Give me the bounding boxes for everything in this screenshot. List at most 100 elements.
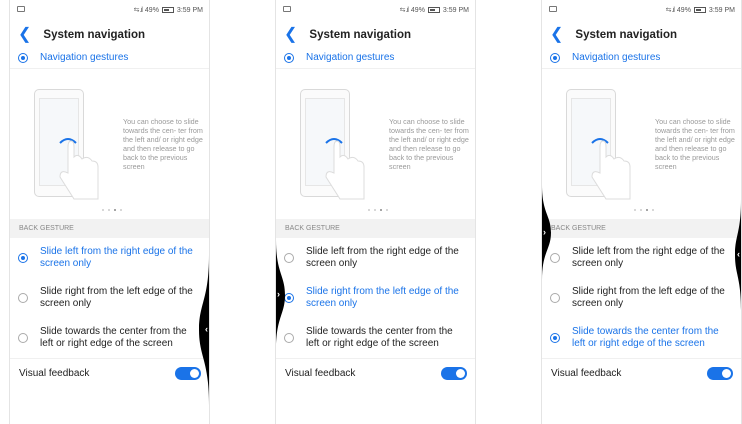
radio-icon[interactable] [550, 293, 560, 303]
back-gesture-option-2[interactable]: Slide towards the center from the left o… [10, 318, 209, 358]
page-indicator [368, 209, 388, 211]
page-indicator [634, 209, 654, 211]
back-gesture-option-label: Slide towards the center from the left o… [40, 326, 187, 349]
radio-icon[interactable] [550, 253, 560, 263]
gesture-illustration: You can choose to slide towards the cen-… [276, 68, 475, 219]
page-dot [386, 209, 388, 211]
visual-feedback-row[interactable]: Visual feedback [276, 358, 475, 387]
page-indicator [102, 209, 122, 211]
page-title: System navigation [575, 29, 678, 41]
radio-icon[interactable] [284, 333, 294, 343]
gesture-illustration: You can choose to slide towards the cen-… [10, 68, 209, 219]
page-dot-active [646, 209, 648, 211]
back-gesture-option-2[interactable]: Slide towards the center from the left o… [276, 318, 475, 358]
radio-icon[interactable] [284, 253, 294, 263]
phone-screen-2: ⇆ .ıl 49% 3:59 PM ❮ System navigation Na… [275, 0, 476, 424]
gesture-description: You can choose to slide towards the cen-… [655, 117, 735, 171]
clock: 3:59 PM [708, 6, 735, 14]
image-icon [549, 6, 557, 12]
gesture-description: You can choose to slide towards the cen-… [389, 117, 469, 171]
battery-percent: 49% [676, 6, 691, 14]
visual-feedback-label: Visual feedback [551, 367, 622, 379]
back-arrow-icon[interactable]: ❮ [284, 27, 297, 43]
page-dot [102, 209, 104, 211]
back-gesture-option-label: Slide left from the right edge of the sc… [306, 246, 459, 269]
back-gesture-option-label: Slide left from the right edge of the sc… [40, 246, 193, 269]
chevron-right-icon: › [543, 226, 546, 237]
navigation-gestures-label: Navigation gestures [40, 52, 129, 63]
visual-feedback-toggle[interactable] [175, 366, 201, 380]
back-gesture-option-label: Slide left from the right edge of the sc… [572, 246, 725, 269]
back-gesture-option-label: Slide right from the left edge of the sc… [40, 286, 193, 309]
status-bar: ⇆ .ıl 49% 3:59 PM [10, 0, 209, 22]
signal-icon: ⇆ .ıl [399, 7, 409, 14]
visual-feedback-row[interactable]: Visual feedback [10, 358, 209, 387]
chevron-left-icon: ‹ [737, 249, 740, 259]
radio-icon[interactable] [18, 333, 28, 343]
back-arrow-icon[interactable]: ❮ [550, 27, 563, 43]
page-dot-active [114, 209, 116, 211]
navigation-gestures-option[interactable]: Navigation gestures [276, 48, 475, 68]
title-bar: ❮ System navigation [10, 22, 209, 48]
navigation-gestures-label: Navigation gestures [572, 52, 661, 63]
page-dot [652, 209, 654, 211]
radio-icon[interactable] [18, 293, 28, 303]
battery-percent: 49% [144, 6, 159, 14]
back-gesture-option-2[interactable]: Slide towards the center from the left o… [542, 318, 741, 358]
page-title: System navigation [43, 29, 146, 41]
status-bar: ⇆ .ıl 49% 3:59 PM [542, 0, 741, 22]
battery-icon [693, 7, 706, 13]
back-gesture-option-0[interactable]: Slide left from the right edge of the sc… [542, 238, 741, 278]
page-dot [640, 209, 642, 211]
back-gesture-option-1[interactable]: Slide right from the left edge of the sc… [542, 278, 741, 318]
phone-screen-3: ⇆ .ıl 49% 3:59 PM ❮ System navigation Na… [541, 0, 742, 424]
visual-feedback-row[interactable]: Visual feedback [542, 358, 741, 387]
gesture-illustration: You can choose to slide towards the cen-… [542, 68, 741, 219]
navigation-gestures-option[interactable]: Navigation gestures [10, 48, 209, 68]
page-dot [368, 209, 370, 211]
page-dot [634, 209, 636, 211]
visual-feedback-label: Visual feedback [19, 367, 90, 379]
page-dot [374, 209, 376, 211]
hand-swipe-icon [59, 138, 99, 200]
clock: 3:59 PM [176, 6, 203, 14]
chevron-right-icon: › [277, 289, 280, 299]
battery-percent: 49% [410, 6, 425, 14]
chevron-left-icon: ‹ [205, 324, 208, 334]
signal-icon: ⇆ .ıl [133, 7, 143, 14]
back-gesture-option-0[interactable]: Slide left from the right edge of the sc… [10, 238, 209, 278]
back-gesture-option-0[interactable]: Slide left from the right edge of the sc… [276, 238, 475, 278]
title-bar: ❮ System navigation [542, 22, 741, 48]
page-dot [120, 209, 122, 211]
hand-swipe-icon [591, 138, 631, 200]
back-gesture-section-title: BACK GESTURE [276, 219, 475, 238]
visual-feedback-toggle[interactable] [441, 366, 467, 380]
hand-swipe-icon [325, 138, 365, 200]
battery-icon [427, 7, 440, 13]
status-bar: ⇆ .ıl 49% 3:59 PM [276, 0, 475, 22]
radio-icon[interactable] [18, 53, 28, 63]
navigation-gestures-option[interactable]: Navigation gestures [542, 48, 741, 68]
radio-icon[interactable] [284, 53, 294, 63]
visual-feedback-label: Visual feedback [285, 367, 356, 379]
gesture-description: You can choose to slide towards the cen-… [123, 117, 203, 171]
phone-screen-1: ⇆ .ıl 49% 3:59 PM ❮ System navigation Na… [9, 0, 210, 424]
radio-icon[interactable] [18, 253, 28, 263]
image-icon [283, 6, 291, 12]
back-gesture-option-label: Slide right from the left edge of the sc… [572, 286, 725, 309]
page-dot [108, 209, 110, 211]
back-gesture-option-1[interactable]: Slide right from the left edge of the sc… [276, 278, 475, 318]
back-gesture-option-label: Slide right from the left edge of the sc… [306, 286, 459, 309]
page-dot-active [380, 209, 382, 211]
battery-icon [161, 7, 174, 13]
back-arrow-icon[interactable]: ❮ [18, 27, 31, 43]
visual-feedback-toggle[interactable] [707, 366, 733, 380]
radio-icon[interactable] [550, 333, 560, 343]
radio-icon[interactable] [550, 53, 560, 63]
radio-icon[interactable] [284, 293, 294, 303]
image-icon [17, 6, 25, 12]
back-gesture-option-label: Slide towards the center from the left o… [306, 326, 453, 349]
signal-icon: ⇆ .ıl [665, 7, 675, 14]
back-gesture-option-1[interactable]: Slide right from the left edge of the sc… [10, 278, 209, 318]
clock: 3:59 PM [442, 6, 469, 14]
